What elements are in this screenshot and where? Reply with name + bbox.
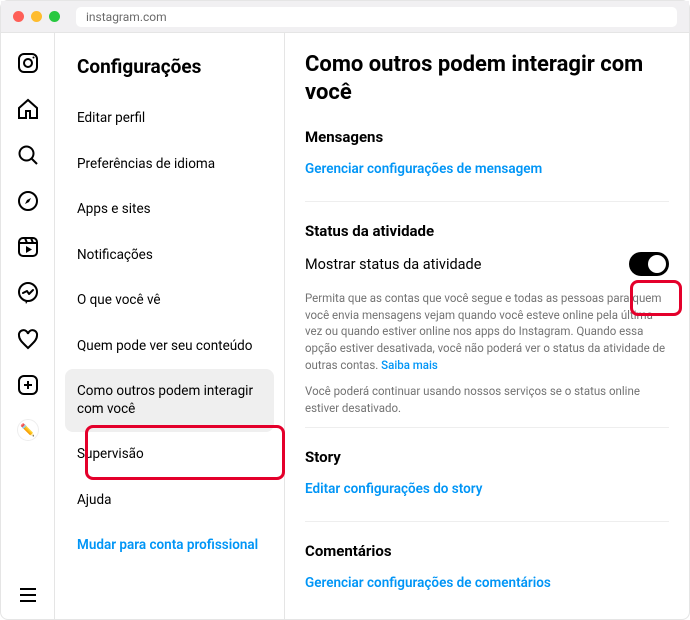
manage-message-settings-link[interactable]: Gerenciar configurações de mensagem: [305, 161, 542, 177]
create-icon[interactable]: [16, 373, 40, 397]
nav-apps-and-websites[interactable]: Apps e sites: [65, 187, 274, 233]
comments-heading: Comentários: [305, 542, 669, 560]
window-controls: [13, 11, 60, 22]
edit-pencil-icon[interactable]: ✏️: [17, 419, 39, 441]
explore-icon[interactable]: [16, 189, 40, 213]
messages-icon[interactable]: [16, 281, 40, 305]
maximize-window[interactable]: [49, 11, 60, 22]
url-bar[interactable]: instagram.com: [76, 7, 677, 27]
nav-notifications[interactable]: Notificações: [65, 233, 274, 279]
story-heading: Story: [305, 448, 669, 466]
activity-status-heading: Status da atividade: [305, 222, 669, 240]
nav-switch-account-link[interactable]: Mudar para conta profissional: [65, 523, 274, 569]
messages-heading: Mensagens: [305, 128, 669, 146]
nav-language-preferences[interactable]: Preferências de idioma: [65, 142, 274, 188]
settings-title: Configurações: [65, 51, 274, 96]
menu-icon[interactable]: [16, 583, 40, 607]
content-pane: Como outros podem interagir com você Men…: [285, 33, 689, 619]
activity-status-help-text-2: Você poderá continuar usando nossos serv…: [305, 383, 669, 416]
nav-how-others-interact[interactable]: Como outros podem interagir com você: [65, 369, 274, 432]
learn-more-link[interactable]: Saiba mais: [381, 358, 438, 372]
nav-edit-profile[interactable]: Editar perfil: [65, 96, 274, 142]
nav-what-you-see[interactable]: O que você vê: [65, 278, 274, 324]
section-divider: [305, 521, 669, 522]
section-divider: [305, 427, 669, 428]
page-title: Como outros podem interagir com você: [305, 51, 669, 106]
minimize-window[interactable]: [31, 11, 42, 22]
nav-supervision[interactable]: Supervisão: [65, 432, 274, 478]
activity-status-toggle-row: Mostrar status da atividade: [305, 252, 669, 276]
settings-nav: Configurações Editar perfil Preferências…: [55, 33, 285, 619]
notifications-icon[interactable]: [16, 327, 40, 351]
search-icon[interactable]: [16, 143, 40, 167]
browser-chrome: instagram.com: [1, 1, 689, 33]
section-divider: [305, 201, 669, 202]
icon-rail: ✏️: [1, 33, 55, 619]
manage-comment-settings-link[interactable]: Gerenciar configurações de comentários: [305, 575, 551, 591]
activity-status-toggle[interactable]: [629, 252, 669, 276]
edit-story-settings-link[interactable]: Editar configurações do story: [305, 481, 482, 497]
instagram-logo-icon[interactable]: [16, 51, 40, 75]
nav-who-can-see[interactable]: Quem pode ver seu conteúdo: [65, 324, 274, 370]
close-window[interactable]: [13, 11, 24, 22]
reels-icon[interactable]: [16, 235, 40, 259]
url-text: instagram.com: [86, 10, 167, 24]
activity-status-help-text: Permita que as contas que você segue e t…: [305, 290, 669, 373]
home-icon[interactable]: [16, 97, 40, 121]
activity-status-toggle-label: Mostrar status da atividade: [305, 256, 481, 273]
nav-help[interactable]: Ajuda: [65, 478, 274, 524]
